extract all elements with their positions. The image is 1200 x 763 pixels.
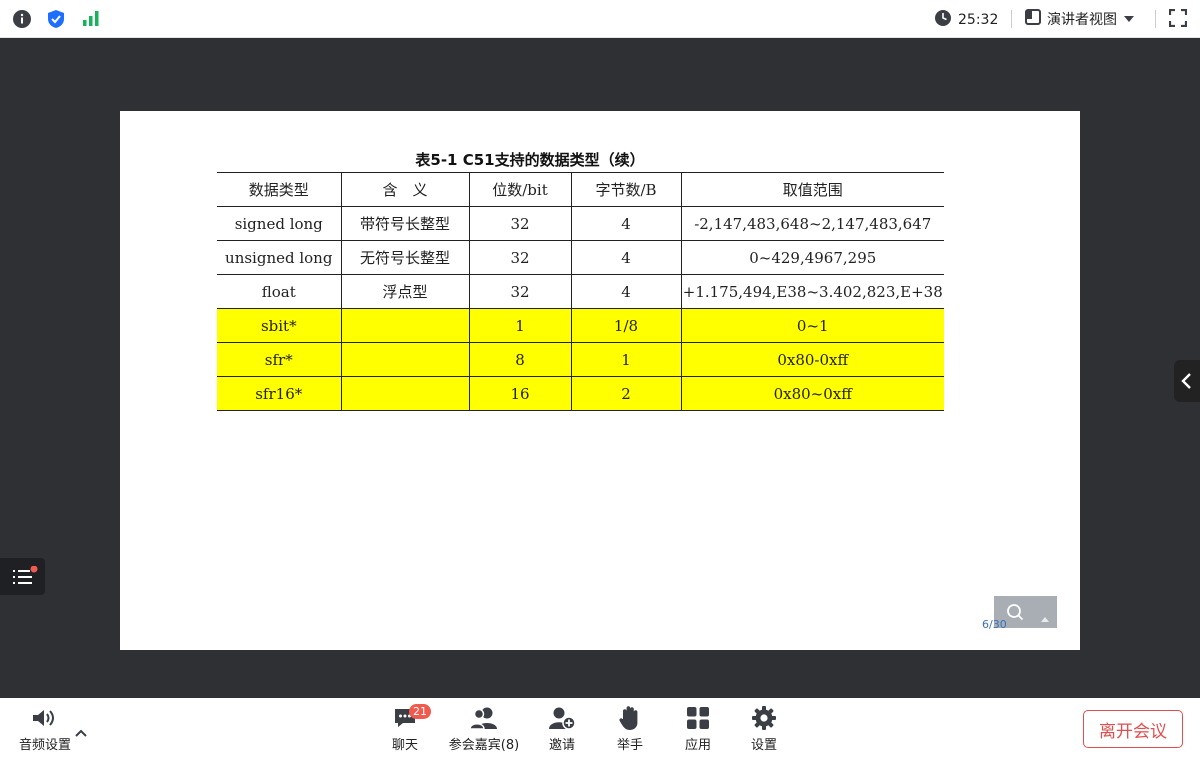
table-header-cell: 数据类型 [217, 172, 342, 207]
chat-unread-badge: 21 [409, 704, 431, 719]
caret-down-icon [1123, 11, 1135, 27]
table-cell: unsigned long [217, 240, 342, 275]
data-type-table: 数据类型 含 义 位数/bit 字节数/B 取值范围 signed long 带… [217, 172, 944, 411]
table-cell: sbit* [217, 308, 342, 343]
page-indicator: 6/30 [982, 618, 1007, 631]
table-cell: 0x80-0xff [680, 342, 944, 377]
table-cell: +1.175,494,E38~3.402,823,E+38 [680, 274, 944, 309]
clock-icon [934, 9, 952, 31]
table-cell [340, 342, 470, 377]
speaker-icon [30, 707, 60, 733]
apps-button[interactable]: 应用 [680, 706, 716, 753]
leave-meeting-button[interactable]: 离开会议 [1083, 710, 1183, 748]
table-cell: 带符号长整型 [340, 206, 470, 241]
invite-button[interactable]: 邀请 [544, 706, 580, 753]
settings-label: 设置 [750, 738, 777, 753]
presentation-slide: 表5-1 C51支持的数据类型（续） 数据类型 含 义 位数/bit 字节数/B… [120, 111, 1080, 650]
table-cell: float [217, 274, 342, 309]
top-bar: 25:32 演讲者视图 [0, 0, 1200, 38]
table-cell: 1 [570, 342, 682, 377]
participants-button[interactable]: 参会嘉宾(8) [446, 706, 522, 753]
timer-text: 25:32 [958, 12, 999, 28]
table-row: unsigned long 无符号长整型 32 4 0~429,4967,295 [217, 240, 944, 275]
table-cell: signed long [217, 206, 342, 241]
participants-icon [469, 706, 499, 734]
table-cell: 2 [570, 376, 682, 411]
audio-settings-button[interactable]: 音频设置 [14, 706, 76, 753]
participants-label: 参会嘉宾(8) [448, 738, 520, 753]
table-cell: 0x80~0xff [680, 376, 944, 411]
gear-icon [751, 705, 777, 735]
table-cell: 1 [468, 308, 572, 343]
table-row-highlighted: sfr* 8 1 0x80-0xff [217, 342, 944, 377]
list-icon [12, 565, 38, 592]
shared-screen-area: 表5-1 C51支持的数据类型（续） 数据类型 含 义 位数/bit 字节数/B… [0, 38, 1200, 698]
apps-label: 应用 [684, 738, 711, 753]
table-cell: 8 [468, 342, 572, 377]
view-mode-dropdown[interactable]: 演讲者视图 [1025, 9, 1135, 29]
bottom-toolbar: 音频设置 聊天 21 参会嘉宾(8) 邀请 举手 应用 设置 离开会议 [0, 698, 1200, 763]
table-cell: 4 [570, 240, 682, 275]
apps-grid-icon [686, 706, 710, 734]
chevron-left-icon [1180, 372, 1192, 394]
table-cell: 16 [468, 376, 572, 411]
layout-icon [1025, 9, 1041, 29]
slide-list-button[interactable] [0, 558, 45, 595]
table-cell: 浮点型 [340, 274, 470, 309]
table-cell: 32 [468, 274, 572, 309]
slide-title: 表5-1 C51支持的数据类型（续） [415, 151, 645, 169]
caret-up-icon[interactable] [1040, 608, 1050, 627]
collapse-panel-button[interactable] [1174, 360, 1200, 402]
table-cell: 0~429,4967,295 [680, 240, 944, 275]
table-row-highlighted: sbit* 1 1/8 0~1 [217, 308, 944, 343]
chevron-up-icon[interactable] [75, 722, 87, 741]
chat-label: 聊天 [391, 738, 418, 753]
shield-icon[interactable] [47, 9, 65, 33]
table-cell [340, 308, 470, 343]
table-row: float 浮点型 32 4 +1.175,494,E38~3.402,823,… [217, 274, 944, 309]
table-header-cell: 含 义 [340, 172, 470, 207]
audio-settings-label: 音频设置 [18, 738, 71, 753]
table-row: signed long 带符号长整型 32 4 -2,147,483,648~2… [217, 206, 944, 241]
table-header-cell: 位数/bit [468, 172, 572, 207]
add-user-icon [548, 706, 576, 734]
meeting-timer: 25:32 [934, 9, 998, 31]
info-icon[interactable] [12, 9, 32, 33]
view-mode-label: 演讲者视图 [1047, 12, 1117, 28]
table-cell: sfr16* [217, 376, 342, 411]
chat-button[interactable]: 聊天 21 [385, 704, 431, 753]
table-cell: sfr* [217, 342, 342, 377]
raise-hand-label: 举手 [616, 738, 643, 753]
divider [1011, 10, 1012, 28]
table-cell: 32 [468, 206, 572, 241]
table-cell: -2,147,483,648~2,147,483,647 [680, 206, 944, 241]
table-cell: 0~1 [680, 308, 944, 343]
table-cell: 4 [570, 274, 682, 309]
table-cell: 4 [570, 206, 682, 241]
table-cell [340, 376, 470, 411]
settings-button[interactable]: 设置 [746, 706, 782, 753]
raise-hand-button[interactable]: 举手 [612, 706, 648, 753]
table-header-cell: 字节数/B [570, 172, 682, 207]
table-header-row: 数据类型 含 义 位数/bit 字节数/B 取值范围 [217, 172, 944, 207]
magnifier-icon[interactable] [1006, 603, 1024, 625]
invite-label: 邀请 [548, 738, 575, 753]
table-cell: 1/8 [570, 308, 682, 343]
divider [1155, 10, 1156, 28]
table-row-highlighted: sfr16* 16 2 0x80~0xff [217, 376, 944, 411]
fullscreen-icon[interactable] [1168, 8, 1188, 31]
table-cell: 无符号长整型 [340, 240, 470, 275]
table-cell: 32 [468, 240, 572, 275]
hand-icon [618, 705, 642, 735]
table-header-cell: 取值范围 [680, 172, 944, 207]
signal-icon[interactable] [82, 9, 100, 31]
